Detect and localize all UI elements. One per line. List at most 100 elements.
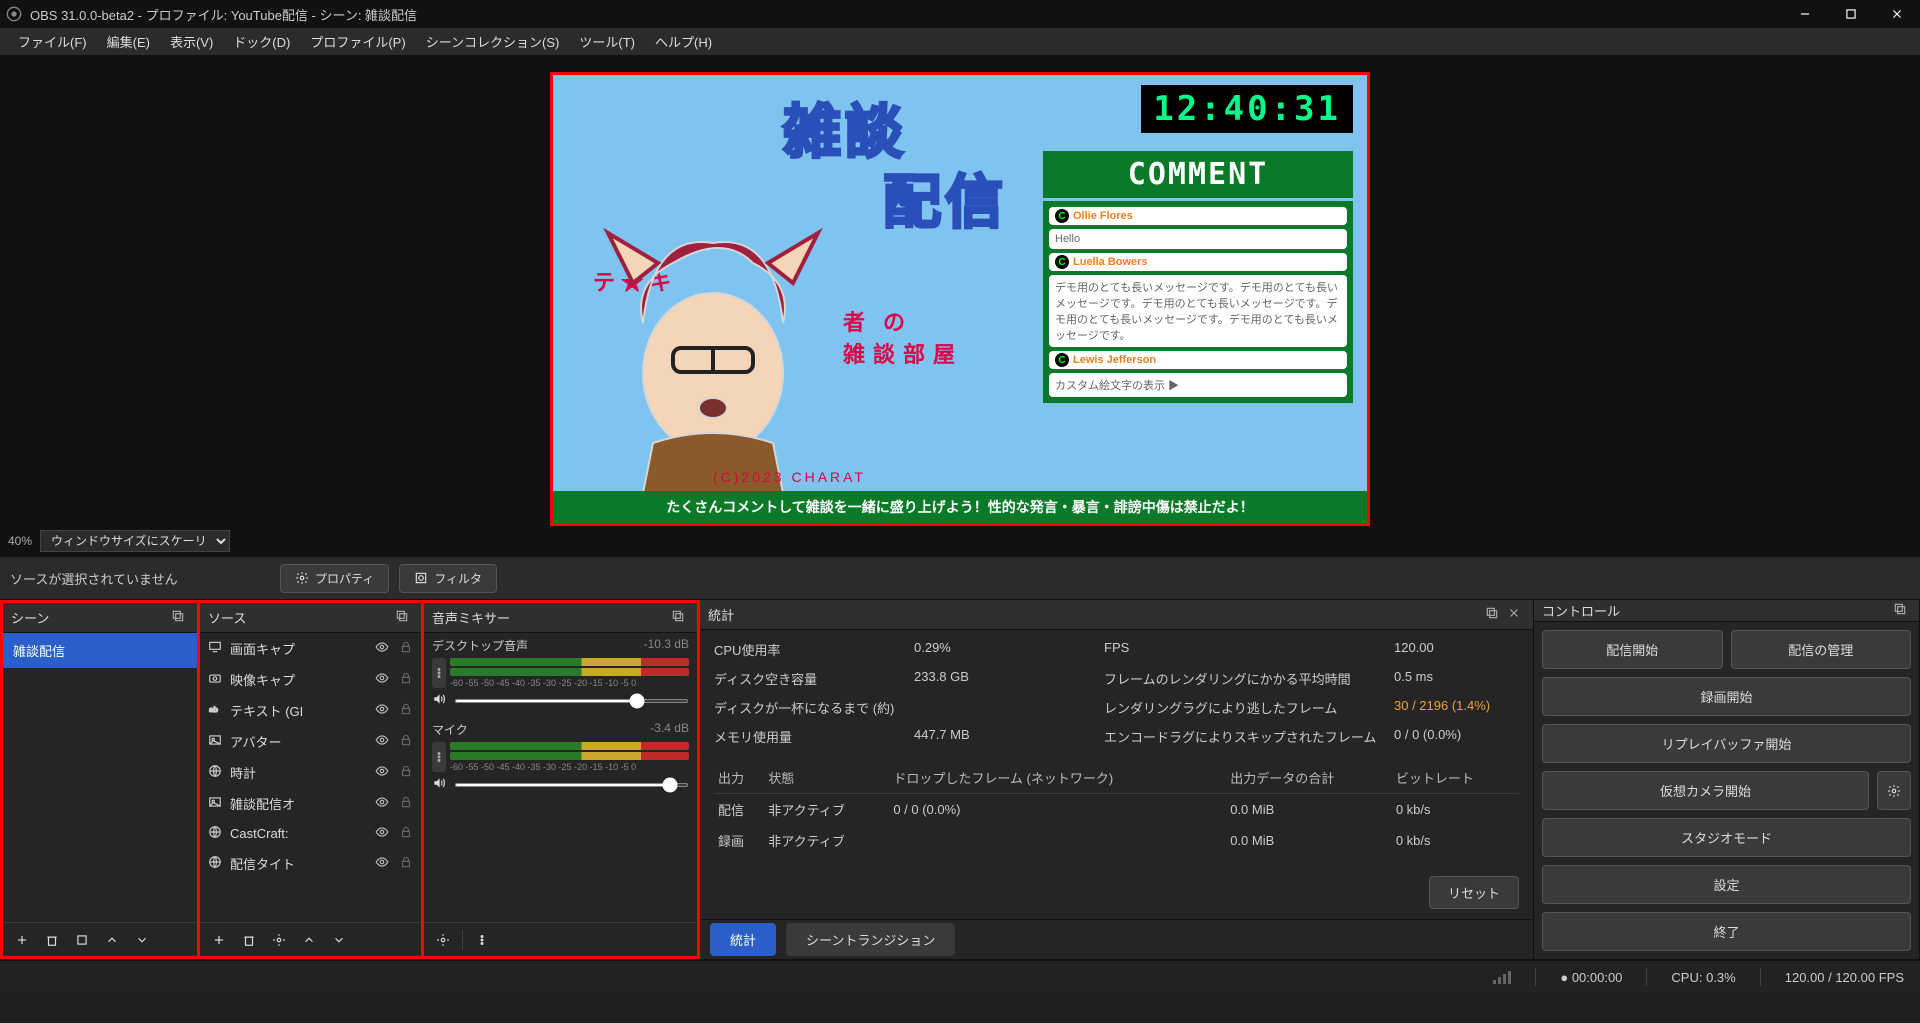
manage-stream-button[interactable]: 配信の管理 (1731, 630, 1912, 669)
channel-menu-button[interactable] (432, 742, 446, 772)
lock-toggle[interactable] (397, 825, 415, 842)
stream-title-art2: 配信 (883, 155, 1007, 239)
scene-item[interactable]: 雑談配信 (3, 633, 197, 668)
dock-popout-icon[interactable] (1481, 606, 1503, 623)
menu-scene-collection[interactable]: シーンコレクション(S) (416, 28, 570, 55)
window-title: OBS 31.0.0-beta2 - プロファイル: YouTube配信 - シ… (30, 5, 1782, 24)
mixer-menu-button[interactable] (469, 927, 495, 953)
lock-toggle[interactable] (397, 855, 415, 872)
exit-button[interactable]: 終了 (1542, 912, 1911, 951)
tab-stats[interactable]: 統計 (710, 923, 776, 956)
lock-toggle[interactable] (397, 671, 415, 688)
source-row[interactable]: アバター (200, 726, 421, 757)
dock-popout-icon[interactable] (167, 609, 189, 626)
channel-menu-button[interactable] (432, 658, 446, 688)
preview-scale-mode[interactable]: ウィンドウサイズにスケーリング表示 (40, 530, 230, 552)
add-source-button[interactable] (206, 927, 232, 953)
avatar-image (603, 193, 823, 493)
source-row[interactable]: 時計 (200, 757, 421, 788)
stats-reset-button[interactable]: リセット (1429, 876, 1519, 909)
dock-close-icon[interactable] (1503, 606, 1525, 623)
source-up-button[interactable] (296, 927, 322, 953)
source-row[interactable]: abテキスト (GI (200, 695, 421, 726)
start-stream-button[interactable]: 配信開始 (1542, 630, 1723, 669)
visibility-toggle[interactable] (373, 795, 391, 812)
menu-tools[interactable]: ツール(T) (569, 28, 645, 55)
lock-toggle[interactable] (397, 702, 415, 719)
tab-transitions[interactable]: シーントランジション (786, 923, 955, 956)
gear-icon (436, 933, 450, 947)
virtual-cam-button[interactable]: 仮想カメラ開始 (1542, 771, 1869, 810)
source-row[interactable]: 配信タイト (200, 848, 421, 879)
source-name: テキスト (GI (230, 701, 367, 720)
visibility-toggle[interactable] (373, 640, 391, 657)
scene-filter-button[interactable] (69, 927, 95, 953)
volume-slider[interactable] (454, 783, 689, 787)
lock-toggle[interactable] (397, 795, 415, 812)
menu-help[interactable]: ヘルプ(H) (645, 28, 722, 55)
start-record-button[interactable]: 録画開始 (1542, 677, 1911, 716)
dock-popout-icon[interactable] (667, 609, 689, 626)
maximize-button[interactable] (1828, 0, 1874, 28)
visibility-toggle[interactable] (373, 764, 391, 781)
mixer-channel: デスクトップ音声-10.3 dB-60 -55 -50 -45 -40 -35 … (424, 633, 697, 717)
stat-label: ディスク空き容量 (714, 669, 914, 688)
table-row: 録画非アクティブ0.0 MiB0 kb/s (714, 825, 1519, 856)
menu-profile[interactable]: プロファイル(P) (300, 28, 415, 55)
source-properties-button[interactable] (266, 927, 292, 953)
preview-canvas[interactable]: 雑談 配信 テ ★ キ 者の雑談部屋 (C)2023 CHARAT 12:40:… (550, 72, 1370, 526)
studio-mode-button[interactable]: スタジオモード (1542, 818, 1911, 857)
scene-down-button[interactable] (129, 927, 155, 953)
filters-button[interactable]: フィルタ (399, 564, 497, 593)
visibility-toggle[interactable] (373, 671, 391, 688)
mixer-header: 音声ミキサー (432, 608, 510, 627)
stat-value: 233.8 GB (914, 669, 1104, 688)
source-name: 雑談配信オ (230, 794, 367, 813)
mute-button[interactable] (432, 776, 448, 793)
source-row[interactable]: 雑談配信オ (200, 788, 421, 819)
settings-button[interactable]: 設定 (1542, 865, 1911, 904)
replay-buffer-button[interactable]: リプレイバッファ開始 (1542, 724, 1911, 763)
source-select-bar: ソースが選択されていません プロパティ フィルタ (0, 556, 1920, 600)
source-down-button[interactable] (326, 927, 352, 953)
menu-view[interactable]: 表示(V) (160, 28, 223, 55)
scene-up-button[interactable] (99, 927, 125, 953)
table-row: 配信非アクティブ0 / 0 (0.0%)0.0 MiB0 kb/s (714, 794, 1519, 826)
visibility-toggle[interactable] (373, 702, 391, 719)
properties-button[interactable]: プロパティ (280, 564, 389, 593)
menu-file[interactable]: ファイル(F) (8, 28, 97, 55)
scenes-dock: シーン 雑談配信 (0, 600, 200, 959)
source-row[interactable]: CastCraft: (200, 819, 421, 848)
source-row[interactable]: 画面キャプ (200, 633, 421, 664)
stats-header: 統計 (708, 605, 734, 624)
dock-popout-icon[interactable] (1889, 602, 1911, 619)
minimize-button[interactable] (1782, 0, 1828, 28)
status-fps: 120.00 / 120.00 FPS (1785, 970, 1904, 985)
menu-edit[interactable]: 編集(E) (97, 28, 160, 55)
add-scene-button[interactable] (9, 927, 35, 953)
stat-value: 0.5 ms (1394, 669, 1519, 688)
comment-box: COllie Flores Hello CLuella Bowers デモ用のと… (1043, 201, 1353, 403)
stat-label: CPU使用率 (714, 640, 914, 659)
source-row[interactable]: 映像キャプ (200, 664, 421, 695)
source-name: 画面キャプ (230, 639, 367, 658)
lock-toggle[interactable] (397, 764, 415, 781)
close-button[interactable] (1874, 0, 1920, 28)
remove-source-button[interactable] (236, 927, 262, 953)
dock-popout-icon[interactable] (391, 609, 413, 626)
source-name: CastCraft: (230, 826, 367, 841)
mixer-advanced-button[interactable] (430, 927, 456, 953)
lock-toggle[interactable] (397, 733, 415, 750)
remove-scene-button[interactable] (39, 927, 65, 953)
visibility-toggle[interactable] (373, 825, 391, 842)
virtual-cam-settings-button[interactable] (1877, 771, 1911, 810)
volume-slider[interactable] (454, 699, 689, 703)
visibility-toggle[interactable] (373, 733, 391, 750)
sources-dock: ソース 画面キャプ映像キャプabテキスト (GIアバター時計雑談配信オCastC… (200, 600, 424, 959)
lock-toggle[interactable] (397, 640, 415, 657)
visibility-toggle[interactable] (373, 855, 391, 872)
preview-area[interactable]: 雑談 配信 テ ★ キ 者の雑談部屋 (C)2023 CHARAT 12:40:… (0, 56, 1920, 556)
mute-button[interactable] (432, 692, 448, 709)
menu-dock[interactable]: ドック(D) (223, 28, 300, 55)
stat-value: 0 / 0 (0.0%) (1394, 727, 1519, 746)
